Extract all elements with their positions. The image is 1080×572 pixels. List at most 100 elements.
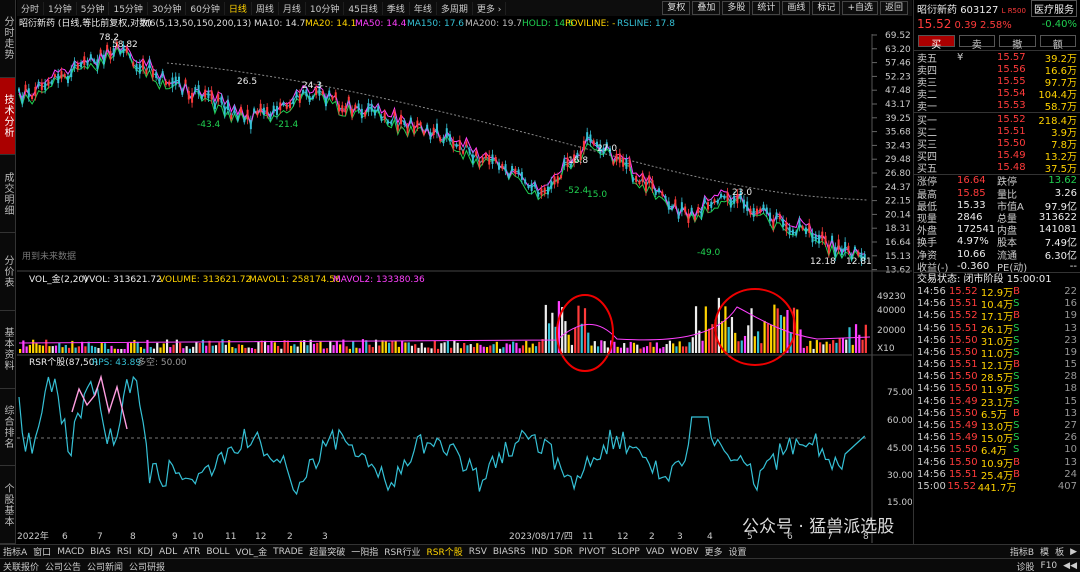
left-tab-6[interactable]: 个股基本 <box>0 466 15 545</box>
indicator-tab-0[interactable]: 指标A <box>0 545 30 558</box>
indicator-tab-24[interactable]: 设置 <box>726 545 750 558</box>
status-tab-2[interactable]: 公司新闻 <box>84 560 126 572</box>
ma200-value: MA200: 19.7 <box>465 19 522 29</box>
left-tab-1[interactable]: 技术分析 <box>0 77 15 156</box>
indicator-tab-3[interactable]: BIAS <box>87 547 114 557</box>
tool-button-5[interactable]: 标记 <box>812 1 841 15</box>
indicator-tab-1[interactable]: 窗口 <box>30 545 54 558</box>
period-tab-14[interactable]: 更多 › <box>473 1 507 15</box>
period-tab-1[interactable]: 1分钟 <box>44 1 77 15</box>
sector-pct: -0.40% <box>1041 18 1077 30</box>
period-tab-10[interactable]: 45日线 <box>344 1 383 15</box>
period-tab-5[interactable]: 60分钟 <box>186 1 225 15</box>
indicator-tab-5[interactable]: KDJ <box>135 547 157 557</box>
indicator-tab-15[interactable]: RSV <box>466 547 490 557</box>
mavol1-value: MAVOL1: 258174.56 <box>249 275 341 285</box>
period-tab-8[interactable]: 月线 <box>279 1 306 15</box>
ma150-value: MA150: 17.6 <box>407 19 464 29</box>
trade-buttons: 买卖撤额 <box>914 32 1080 51</box>
tick-cell: 15.49 <box>948 432 978 444</box>
indicator-tab-4[interactable]: RSI <box>114 547 135 557</box>
tool-button-6[interactable]: +自选 <box>842 1 878 15</box>
indicator-tab-8[interactable]: BOLL <box>203 547 232 557</box>
status-right-2[interactable]: ◀◀ <box>1060 561 1080 571</box>
mavol2-value: MAVOL2: 133380.36 <box>333 275 425 285</box>
indicator-right-2[interactable]: 板 <box>1052 545 1067 558</box>
tick-cell: 14:56 <box>917 395 946 407</box>
indicator-tab-19[interactable]: PIVOT <box>576 547 609 557</box>
tick-cell: 15 <box>1064 359 1078 371</box>
period-tab-12[interactable]: 年线 <box>410 1 437 15</box>
period-tab-6[interactable]: 日线 <box>225 1 252 15</box>
trade-button-1[interactable]: 卖 <box>958 35 995 51</box>
indicator-tab-23[interactable]: 更多 <box>702 545 726 558</box>
period-tab-13[interactable]: 多周期 <box>437 1 473 15</box>
watermark: 公众号 · 猛兽派选股 <box>742 517 894 537</box>
indicator-tab-13[interactable]: RSR行业 <box>381 545 423 558</box>
period-tab-11[interactable]: 季线 <box>383 1 410 15</box>
tool-button-7[interactable]: 返回 <box>879 1 908 15</box>
tool-button-0[interactable]: 复权 <box>662 1 691 15</box>
left-tab-0[interactable]: 分时走势 <box>0 0 15 78</box>
indicator-right-1[interactable]: 模 <box>1037 545 1052 558</box>
tick-cell: 15:00 <box>917 480 946 492</box>
trade-button-3[interactable]: 额 <box>1039 35 1076 51</box>
trade-button-2[interactable]: 撤 <box>999 35 1036 51</box>
indicator-tab-2[interactable]: MACD <box>54 547 87 557</box>
indicator-tab-11[interactable]: 超量突破 <box>306 545 348 558</box>
price-annotation: -21.4 <box>275 120 299 130</box>
stock-price: 15.52 <box>917 17 952 31</box>
stat-cell: PE(动) <box>997 262 1028 274</box>
price-tick: 16.64 <box>885 238 911 248</box>
tick-cell: 15.50 <box>949 407 978 419</box>
indicator-tab-21[interactable]: VAD <box>643 547 668 557</box>
tool-button-3[interactable]: 统计 <box>752 1 781 15</box>
status-tab-0[interactable]: 关联报价 <box>0 560 42 572</box>
indicator-tab-18[interactable]: SDR <box>551 547 576 557</box>
indicator-tab-16[interactable]: BIASRS <box>490 547 529 557</box>
stat-cell: -0.360 <box>957 260 990 272</box>
period-tab-3[interactable]: 15分钟 <box>109 1 148 15</box>
tool-button-2[interactable]: 多股 <box>722 1 751 15</box>
tool-button-4[interactable]: 画线 <box>782 1 811 15</box>
volume-tick: 20000 <box>877 326 906 336</box>
indicator-right-0[interactable]: 指标B <box>1007 545 1037 558</box>
tool-button-1[interactable]: 叠加 <box>692 1 721 15</box>
trade-button-0[interactable]: 买 <box>918 35 955 51</box>
period-tab-9[interactable]: 10分钟 <box>306 1 345 15</box>
price-tick: 20.14 <box>885 210 911 220</box>
indicator-tab-22[interactable]: WOBV <box>667 547 701 557</box>
left-tab-4[interactable]: 基本资料 <box>0 311 15 389</box>
tick-cell: 19 <box>1064 310 1078 322</box>
tick-cell: 28 <box>1064 371 1078 383</box>
indicator-tab-7[interactable]: ATR <box>180 547 203 557</box>
indicator-tab-10[interactable]: TRADE <box>270 547 306 557</box>
status-tab-1[interactable]: 公司公告 <box>42 560 84 572</box>
period-tab-4[interactable]: 30分钟 <box>148 1 187 15</box>
left-tab-3[interactable]: 分价表 <box>0 233 15 311</box>
indicator-tab-9[interactable]: VOL_金 <box>232 545 270 558</box>
volume-tick: 49230 <box>877 292 906 302</box>
period-tab-7[interactable]: 周线 <box>252 1 279 15</box>
kline-chart-area[interactable]: 昭衍新药 (日线,等比前复权,对数) M6(5,13,50,150,200,13… <box>17 17 912 543</box>
tick-cell: 15.51 <box>948 468 978 480</box>
status-right-1[interactable]: F10 <box>1038 561 1061 571</box>
tick-cell: 13 <box>1064 456 1078 468</box>
status-tab-3[interactable]: 公司研报 <box>126 560 168 572</box>
indicator-tab-12[interactable]: 一阳指 <box>348 545 381 558</box>
price-annotation: 24.3 <box>302 81 322 91</box>
sector-button[interactable]: 医疗服务 <box>1031 0 1077 17</box>
indicator-tab-17[interactable]: IND <box>529 547 551 557</box>
left-tab-2[interactable]: 成交明细 <box>0 155 15 234</box>
tick-cell: 15.50 <box>948 371 978 383</box>
left-tab-5[interactable]: 综合排名 <box>0 389 15 467</box>
indicator-tab-14[interactable]: RSR个股 <box>424 545 466 558</box>
period-tab-2[interactable]: 5分钟 <box>77 1 110 15</box>
status-right-0[interactable]: 诊股 <box>1014 560 1038 572</box>
period-tab-0[interactable]: 分时 <box>17 1 45 15</box>
tick-cell: B <box>1013 310 1021 322</box>
indicator-right-3[interactable]: ▶ <box>1067 547 1080 557</box>
indicator-tab-20[interactable]: SLOPP <box>608 547 642 557</box>
indicator-tab-6[interactable]: ADL <box>156 547 180 557</box>
stat-cell: 15.85 <box>957 187 986 199</box>
